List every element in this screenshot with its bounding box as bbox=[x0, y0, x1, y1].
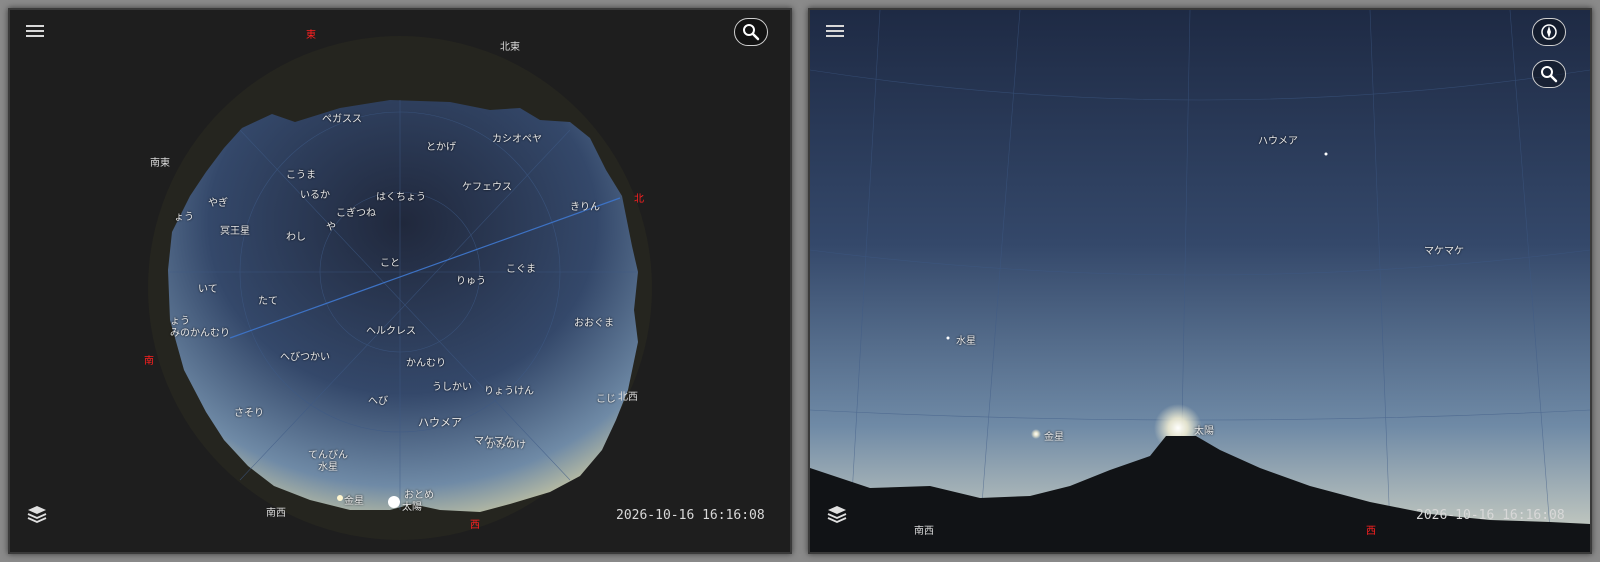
constellation-label[interactable]: ペガスス bbox=[322, 110, 362, 125]
sun-glow bbox=[388, 496, 400, 508]
object-label-pluto[interactable]: 冥王星 bbox=[220, 222, 250, 237]
constellation-label[interactable]: とかげ bbox=[426, 138, 456, 153]
object-label-makemake[interactable]: マケマケ bbox=[474, 432, 514, 447]
compass-icon bbox=[1541, 24, 1557, 40]
search-icon bbox=[1541, 66, 1558, 83]
constellation-label[interactable]: こぐま bbox=[506, 260, 536, 275]
constellation-label[interactable]: ょう bbox=[174, 208, 194, 223]
dir-east: 東 bbox=[306, 30, 316, 41]
dir-northeast: 北東 bbox=[500, 42, 520, 53]
star-dot bbox=[1324, 152, 1328, 156]
constellation-label[interactable]: さそり bbox=[234, 404, 264, 419]
dir-west: 西 bbox=[1366, 526, 1376, 537]
constellation-label[interactable]: おおぐま bbox=[574, 314, 614, 329]
horizon-scene bbox=[810, 10, 1590, 552]
search-button[interactable] bbox=[734, 18, 768, 46]
constellation-label[interactable]: いて bbox=[198, 280, 218, 295]
constellation-label[interactable]: はくちょう bbox=[376, 188, 426, 203]
object-label-venus[interactable]: 金星 bbox=[344, 492, 364, 507]
constellation-label[interactable]: うしかい bbox=[432, 378, 472, 393]
object-label-mercury[interactable]: 水星 bbox=[318, 458, 338, 473]
mercury-dot bbox=[946, 336, 950, 340]
constellation-label[interactable]: へび bbox=[368, 392, 388, 407]
dir-southwest: 南西 bbox=[914, 526, 934, 537]
object-label-sun[interactable]: 太陽 bbox=[1194, 422, 1214, 437]
venus-dot bbox=[337, 495, 343, 501]
dir-south: 南 bbox=[144, 356, 154, 367]
datetime-display: 2026-10-16 16:16:08 bbox=[1416, 508, 1565, 523]
horizon-view[interactable]: ハウメア マケマケ 水星 金星 太陽 南西 西 2026-10-16 16:16… bbox=[808, 8, 1592, 554]
constellation-label[interactable]: ヘルクレス bbox=[366, 322, 416, 337]
constellation-label[interactable]: こと bbox=[380, 254, 400, 269]
layers-button[interactable] bbox=[826, 504, 848, 524]
dir-west: 西 bbox=[470, 520, 480, 531]
constellation-label[interactable]: へびつかい bbox=[280, 348, 330, 363]
venus-glow bbox=[1031, 429, 1041, 439]
layers-button[interactable] bbox=[26, 504, 48, 524]
object-label-haumea[interactable]: ハウメア bbox=[418, 414, 462, 430]
menu-button[interactable] bbox=[26, 22, 44, 38]
menu-icon bbox=[26, 25, 44, 27]
object-label-venus[interactable]: 金星 bbox=[1044, 428, 1064, 443]
all-sky-view[interactable]: 東 北東 南東 北 南 北西 南西 西 ペガスス とかげ カシオペヤ こうま い… bbox=[8, 8, 792, 554]
search-button[interactable] bbox=[1532, 60, 1566, 88]
constellation-label[interactable]: りゅう bbox=[456, 272, 486, 287]
constellation-label[interactable]: わし bbox=[286, 228, 306, 243]
object-label-haumea[interactable]: ハウメア bbox=[1258, 132, 1298, 147]
menu-icon bbox=[826, 25, 844, 27]
constellation-label[interactable]: カシオペヤ bbox=[492, 130, 542, 145]
constellation-label[interactable]: たて bbox=[258, 292, 278, 307]
layers-icon bbox=[827, 506, 847, 523]
constellation-label[interactable]: こじ bbox=[596, 390, 616, 405]
layers-icon bbox=[27, 506, 47, 523]
dir-southwest: 南西 bbox=[266, 508, 286, 519]
menu-button[interactable] bbox=[826, 22, 844, 38]
dir-north: 北 bbox=[634, 194, 644, 205]
constellation-label[interactable]: やぎ bbox=[208, 194, 228, 209]
compass-button[interactable] bbox=[1532, 18, 1566, 46]
datetime-display: 2026-10-16 16:16:08 bbox=[616, 508, 765, 523]
dir-northwest: 北西 bbox=[618, 392, 638, 403]
constellation-label[interactable]: ケフェウス bbox=[462, 178, 512, 193]
object-label-mercury[interactable]: 水星 bbox=[956, 332, 976, 347]
constellation-label[interactable]: かんむり bbox=[406, 354, 446, 369]
constellation-label[interactable]: りょうけん bbox=[484, 382, 534, 397]
sky-dome bbox=[148, 36, 652, 540]
search-icon bbox=[743, 24, 760, 41]
object-label-makemake[interactable]: マケマケ bbox=[1424, 242, 1464, 257]
dir-southeast: 南東 bbox=[150, 158, 170, 169]
constellation-label[interactable]: こぎつね bbox=[336, 204, 376, 219]
constellation-label[interactable]: こうま bbox=[286, 166, 316, 181]
sky-disc bbox=[168, 100, 638, 512]
constellation-label[interactable]: いるか bbox=[300, 186, 330, 201]
constellation-label[interactable]: みのかんむり bbox=[170, 324, 230, 339]
object-label-sun[interactable]: 太陽 bbox=[402, 498, 422, 513]
constellation-label[interactable]: きりん bbox=[570, 198, 600, 213]
constellation-label[interactable]: や bbox=[326, 218, 336, 233]
